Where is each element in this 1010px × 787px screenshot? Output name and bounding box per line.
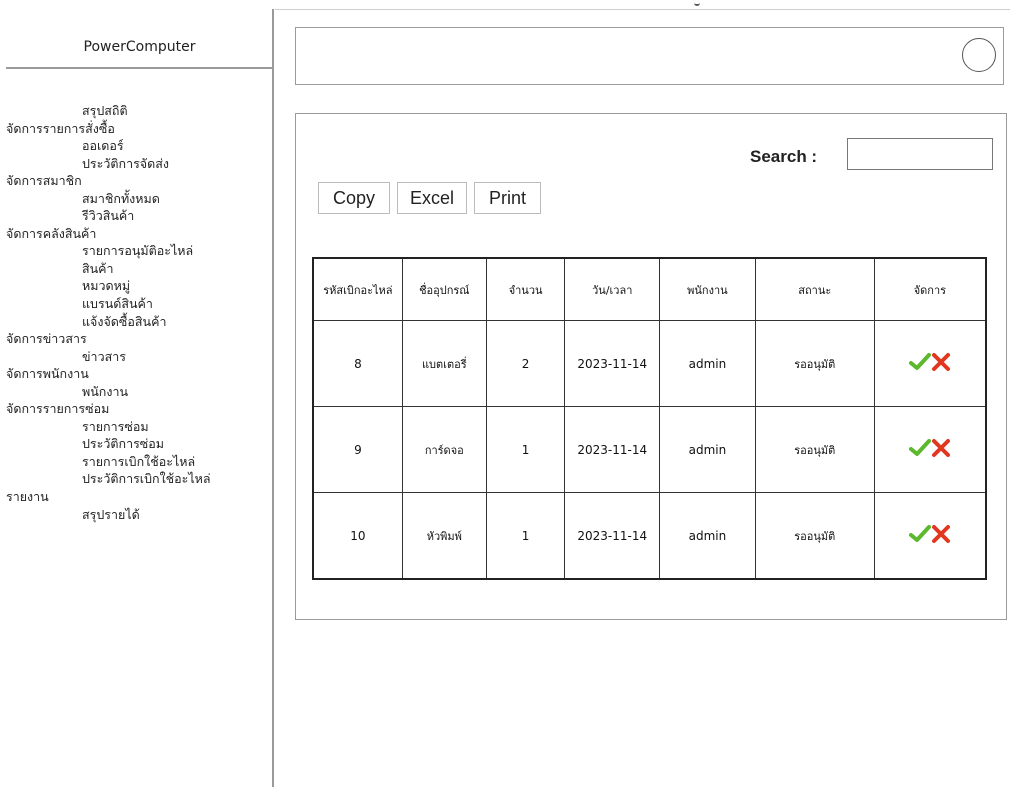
table-header-row: รหัสเบิกอะไหล่ ชื่ออุปกรณ์ จำนวน วัน/เวลา พน… [312, 257, 987, 321]
sidebar: PowerComputer สรุปสถิติ จัดการรายการสั่งซ… [6, 9, 274, 787]
user-avatar-icon[interactable] [962, 38, 996, 72]
sidebar-item[interactable]: หมวดหมู่ [6, 277, 272, 295]
column-header: ชื่ออุปกรณ์ [401, 257, 487, 321]
table-row: 10 หัวพิมพ์ 1 2023-11-14 admin รออนุมัติ [312, 492, 987, 580]
column-header: วัน/เวลา [564, 257, 661, 321]
top-divider [275, 9, 1010, 10]
sidebar-group-item[interactable]: จัดการคลังสินค้า [6, 225, 272, 243]
sidebar-item[interactable]: แบรนด์สินค้า [6, 295, 272, 313]
cell-staff: admin [659, 320, 756, 407]
column-header: พนักงาน [659, 257, 756, 321]
cell-status: รออนุมัติ [754, 406, 875, 493]
cell-device: การ์ดจอ [401, 406, 487, 493]
cell-status: รออนุมัติ [754, 320, 875, 407]
sidebar-item[interactable]: แจ้งจัดซื้อสินค้า [6, 313, 272, 331]
column-header: จัดการ [873, 257, 987, 321]
sidebar-item[interactable]: สมาชิกทั้งหมด [6, 190, 272, 208]
table-row: 9 การ์ดจอ 1 2023-11-14 admin รออนุมัติ [312, 406, 987, 493]
cell-device: แบตเตอรี่ [401, 320, 487, 407]
top-header [295, 27, 1004, 85]
column-header: จำนวน [485, 257, 566, 321]
cell-datetime: 2023-11-14 [564, 492, 661, 580]
sidebar-item[interactable]: ประวัติการจัดส่ง [6, 155, 272, 173]
x-icon[interactable] [931, 352, 951, 375]
cell-actions [873, 492, 987, 580]
cell-qty: 2 [485, 320, 566, 407]
cell-datetime: 2023-11-14 [564, 320, 661, 407]
cell-id: 10 [312, 492, 403, 580]
print-button[interactable]: Print [474, 182, 541, 214]
cell-qty: 1 [485, 492, 566, 580]
search-label: Search : [750, 147, 818, 166]
sidebar-item[interactable]: รีวิวสินค้า [6, 207, 272, 225]
sidebar-item[interactable]: สรุปรายได้ [6, 506, 272, 524]
check-icon[interactable] [908, 438, 931, 461]
top-edge-mark [694, 0, 700, 6]
sidebar-item[interactable]: รายการซ่อม [6, 418, 272, 436]
sidebar-item[interactable]: สินค้า [6, 260, 272, 278]
table-row: 8 แบตเตอรี่ 2 2023-11-14 admin รออนุมัติ [312, 320, 987, 407]
parts-request-table: รหัสเบิกอะไหล่ ชื่ออุปกรณ์ จำนวน วัน/เวลา พน… [312, 257, 987, 580]
check-icon[interactable] [908, 352, 931, 375]
table-body: 8 แบตเตอรี่ 2 2023-11-14 admin รออนุมัติ 9 การ์… [312, 320, 987, 580]
sidebar-group-item[interactable]: จัดการข่าวสาร [6, 330, 272, 348]
cell-id: 9 [312, 406, 403, 493]
sidebar-item[interactable]: รายการเบิกใช้อะไหล่ [6, 453, 272, 471]
cell-id: 8 [312, 320, 403, 407]
content-panel: Search : Copy Excel Print รหัสเบิกอะไหล่… [295, 113, 1007, 620]
cell-status: รออนุมัติ [754, 492, 875, 580]
cell-datetime: 2023-11-14 [564, 406, 661, 493]
column-header: รหัสเบิกอะไหล่ [312, 257, 403, 321]
check-icon[interactable] [908, 524, 931, 547]
cell-actions [873, 406, 987, 493]
cell-qty: 1 [485, 406, 566, 493]
sidebar-group-item[interactable]: จัดการรายการสั่งซื้อ [6, 120, 272, 138]
app-title: PowerComputer [6, 9, 273, 69]
sidebar-group-item[interactable]: จัดการพนักงาน [6, 365, 272, 383]
x-icon[interactable] [931, 524, 951, 547]
x-icon[interactable] [931, 438, 951, 461]
sidebar-group-item[interactable]: จัดการสมาชิก [6, 172, 272, 190]
sidebar-menu: สรุปสถิติ จัดการรายการสั่งซื้อ ออเดอร์ ประว… [6, 102, 272, 523]
sidebar-item[interactable]: ข่าวสาร [6, 348, 272, 366]
sidebar-group-item[interactable]: จัดการรายการซ่อม [6, 400, 272, 418]
cell-actions [873, 320, 987, 407]
column-header: สถานะ [754, 257, 875, 321]
cell-staff: admin [659, 492, 756, 580]
sidebar-item[interactable]: รายการอนุมัติอะไหล่ [6, 242, 272, 260]
copy-button[interactable]: Copy [318, 182, 390, 214]
sidebar-group-item[interactable]: รายงาน [6, 488, 272, 506]
search-input[interactable] [847, 138, 993, 170]
sidebar-item[interactable]: สรุปสถิติ [6, 102, 272, 120]
sidebar-item[interactable]: ประวัติการซ่อม [6, 435, 272, 453]
excel-button[interactable]: Excel [397, 182, 467, 214]
cell-device: หัวพิมพ์ [401, 492, 487, 580]
sidebar-item[interactable]: พนักงาน [6, 383, 272, 401]
cell-staff: admin [659, 406, 756, 493]
sidebar-item[interactable]: ออเดอร์ [6, 137, 272, 155]
sidebar-item[interactable]: ประวัติการเบิกใช้อะไหล่ [6, 470, 272, 488]
